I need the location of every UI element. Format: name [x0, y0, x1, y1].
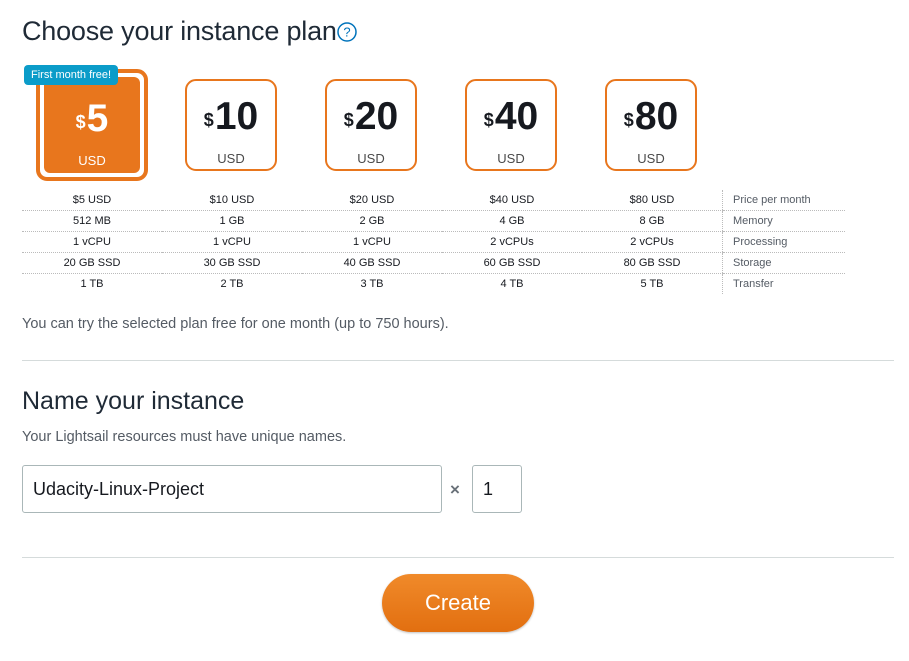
section-divider [22, 360, 894, 361]
multiply-icon: × [450, 480, 460, 499]
plan-card-20[interactable]: $20 USD [325, 79, 417, 171]
plan-currency: USD [497, 151, 525, 166]
plan-price: $80 [623, 95, 679, 138]
plan-currency: USD [78, 153, 106, 168]
name-section-subtitle: Your Lightsail resources must have uniqu… [22, 429, 347, 445]
section-divider [22, 557, 894, 558]
spec-label: Price per month [722, 190, 845, 211]
plan-card-80[interactable]: $80 USD [605, 79, 697, 171]
page-title: Choose your instance plan [22, 16, 337, 46]
spec-label: Transfer [722, 273, 845, 294]
plan-currency: USD [357, 151, 385, 166]
name-section-title: Name your instance [22, 387, 245, 415]
spec-row-transfer: 1 TB 2 TB 3 TB 4 TB 5 TB Transfer [22, 273, 845, 294]
spec-row-price: $5 USD $10 USD $20 USD $40 USD $80 USD P… [22, 190, 845, 211]
plan-price: $10 [203, 95, 259, 138]
plan-price: $5 [75, 97, 109, 140]
create-button[interactable]: Create [382, 574, 534, 632]
spec-label: Processing [722, 231, 845, 253]
instance-quantity-input[interactable] [472, 465, 522, 513]
plan-currency: USD [217, 151, 245, 166]
question-circle-icon[interactable]: ? [337, 22, 357, 42]
plan-card-10[interactable]: $10 USD [185, 79, 277, 171]
plan-card-40[interactable]: $40 USD [465, 79, 557, 171]
free-trial-note: You can try the selected plan free for o… [22, 316, 449, 332]
free-month-badge: First month free! [24, 65, 119, 85]
plan-price: $20 [343, 95, 399, 138]
spec-row-processing: 1 vCPU 1 vCPU 1 vCPU 2 vCPUs 2 vCPUs Pro… [22, 231, 845, 253]
plan-currency: USD [637, 151, 665, 166]
plan-card-5[interactable]: $5 USD [36, 69, 148, 181]
plan-price: $40 [483, 95, 539, 138]
spec-row-storage: 20 GB SSD 30 GB SSD 40 GB SSD 60 GB SSD … [22, 252, 845, 274]
spec-row-memory: 512 MB 1 GB 2 GB 4 GB 8 GB Memory [22, 210, 845, 232]
svg-text:?: ? [343, 25, 350, 40]
spec-label: Storage [722, 252, 845, 274]
spec-label: Memory [722, 210, 845, 232]
instance-name-input[interactable] [22, 465, 442, 513]
plan-specs-table: $5 USD $10 USD $20 USD $40 USD $80 USD P… [22, 190, 845, 294]
